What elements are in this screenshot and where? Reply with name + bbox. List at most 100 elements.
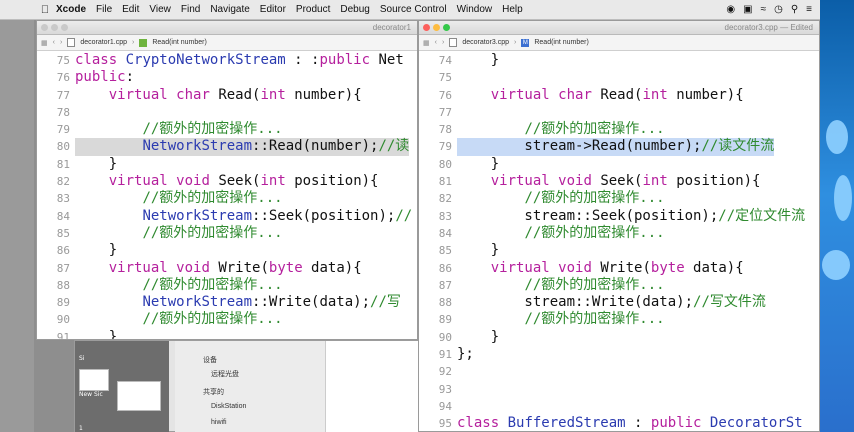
line-number[interactable]: 81 — [419, 173, 452, 190]
code-line[interactable]: 75 class CryptoNetworkStream : :public Ne… — [37, 52, 417, 69]
code-line[interactable]: 95 class BufferedStream : public Decorato… — [419, 415, 819, 431]
code-line[interactable]: 82 virtual void Seek(int position){ — [37, 173, 417, 190]
code-line[interactable]: 84 NetworkStream::Seek(position);// — [37, 208, 417, 225]
line-number[interactable]: 82 — [37, 173, 70, 190]
code-text[interactable]: virtual void Write(byte data){ — [75, 260, 362, 277]
apple-icon[interactable]:  — [34, 4, 56, 16]
line-number[interactable]: 80 — [37, 138, 70, 155]
slide-thumbnail-large[interactable] — [117, 381, 161, 411]
code-text[interactable]: stream::Seek(position);//定位文件流 — [457, 208, 805, 225]
line-number[interactable]: 80 — [419, 156, 452, 173]
code-line[interactable]: 85 //额外的加密操作... — [37, 225, 417, 242]
code-line[interactable]: 76 virtual char Read(int number){ — [419, 87, 819, 104]
line-number[interactable]: 79 — [37, 121, 70, 138]
line-number[interactable]: 75 — [37, 52, 70, 69]
code-text[interactable]: //额外的加密操作... — [75, 190, 282, 207]
code-line[interactable]: 93 — [419, 381, 819, 398]
code-line[interactable]: 75 — [419, 69, 819, 86]
code-line[interactable]: 82 //额外的加密操作... — [419, 190, 819, 207]
code-editor[interactable]: 74 } 75 76 virtual char Read(int number){7… — [419, 52, 819, 431]
menu-edit[interactable]: Edit — [122, 4, 139, 15]
menu-help[interactable]: Help — [502, 4, 523, 15]
search-icon[interactable]: ⚲ — [791, 4, 798, 15]
code-text[interactable]: virtual char Read(int number){ — [457, 87, 744, 104]
code-text[interactable]: } — [457, 156, 499, 173]
code-line[interactable]: 80 } — [419, 156, 819, 173]
code-text[interactable]: virtual char Read(int number){ — [75, 87, 362, 104]
code-text[interactable]: NetworkStream::Write(data);//写 — [75, 294, 400, 311]
line-number[interactable]: 87 — [419, 277, 452, 294]
code-text[interactable]: public: — [75, 69, 134, 86]
code-text[interactable]: } — [75, 156, 117, 173]
menu-file[interactable]: File — [96, 4, 112, 15]
code-line[interactable]: 78 — [37, 104, 417, 121]
code-line[interactable]: 86 virtual void Write(byte data){ — [419, 260, 819, 277]
line-number[interactable]: 85 — [37, 225, 70, 242]
line-number[interactable]: 79 — [419, 138, 452, 155]
code-text[interactable]: } — [75, 329, 117, 339]
code-line[interactable]: 89 NetworkStream::Write(data);//写 — [37, 294, 417, 311]
grid-icon[interactable]: ▦ — [423, 39, 430, 47]
line-number[interactable]: 93 — [419, 381, 452, 398]
line-number[interactable]: 94 — [419, 398, 452, 415]
minimize-button[interactable] — [433, 24, 440, 31]
line-number[interactable]: 78 — [37, 104, 70, 121]
code-line[interactable]: 80 NetworkStream::Read(number);//读 — [37, 138, 417, 156]
record-icon[interactable]: ◉ — [726, 4, 735, 15]
minimize-button[interactable] — [51, 24, 58, 31]
menu-window[interactable]: Window — [457, 4, 493, 15]
code-text[interactable]: virtual void Write(byte data){ — [457, 260, 744, 277]
clock-icon[interactable]: ◷ — [774, 4, 783, 15]
line-number[interactable]: 88 — [419, 294, 452, 311]
back-icon[interactable]: ‹ — [53, 39, 55, 46]
code-text[interactable]: virtual void Seek(int position){ — [457, 173, 761, 190]
code-text[interactable]: //额外的加密操作... — [457, 190, 664, 207]
code-line[interactable]: 76 public: — [37, 69, 417, 86]
code-line[interactable]: 90 } — [419, 329, 819, 346]
code-text[interactable]: NetworkStream::Seek(position);// — [75, 208, 412, 225]
forward-icon[interactable]: › — [442, 39, 444, 46]
code-line[interactable]: 77 — [419, 104, 819, 121]
code-line[interactable]: 89 //额外的加密操作... — [419, 311, 819, 328]
zoom-button[interactable] — [443, 24, 450, 31]
back-icon[interactable]: ‹ — [435, 39, 437, 46]
code-editor[interactable]: 75 class CryptoNetworkStream : :public Ne… — [37, 52, 417, 339]
line-number[interactable]: 95 — [419, 415, 452, 431]
menu-navigate[interactable]: Navigate — [210, 4, 249, 15]
code-text[interactable]: }; — [457, 346, 474, 363]
menu-product[interactable]: Product — [296, 4, 330, 15]
code-line[interactable]: 91 } — [37, 329, 417, 339]
slide-thumbnail[interactable] — [79, 369, 109, 391]
code-text[interactable]: //额外的加密操作... — [75, 121, 282, 138]
jump-file[interactable]: decorator3.cpp — [462, 39, 509, 46]
line-number[interactable]: 78 — [419, 121, 452, 138]
code-line[interactable]: 79 //额外的加密操作... — [37, 121, 417, 138]
window-titlebar[interactable]: decorator3.cpp — Edited — [419, 21, 819, 35]
code-text[interactable]: stream->Read(number);//读文件流 — [457, 138, 775, 156]
code-text[interactable]: class CryptoNetworkStream : :public Net — [75, 52, 404, 69]
line-number[interactable]: 83 — [419, 208, 452, 225]
code-text[interactable]: } — [457, 329, 499, 346]
list-icon[interactable]: ≡ — [806, 4, 812, 15]
code-line[interactable]: 79 stream->Read(number);//读文件流 — [419, 138, 819, 156]
line-number[interactable]: 91 — [37, 329, 70, 339]
line-number[interactable]: 77 — [37, 87, 70, 104]
code-text[interactable]: } — [457, 52, 499, 69]
code-line[interactable]: 88 //额外的加密操作... — [37, 277, 417, 294]
code-text[interactable]: //额外的加密操作... — [457, 277, 664, 294]
line-number[interactable]: 86 — [37, 242, 70, 259]
line-number[interactable]: 89 — [419, 311, 452, 328]
line-number[interactable]: 89 — [37, 294, 70, 311]
line-number[interactable]: 84 — [37, 208, 70, 225]
code-line[interactable]: 81 virtual void Seek(int position){ — [419, 173, 819, 190]
window-titlebar[interactable]: decorator1 — [37, 21, 417, 35]
code-text[interactable]: NetworkStream::Read(number);//读 — [75, 138, 410, 156]
line-number[interactable]: 88 — [37, 277, 70, 294]
code-line[interactable]: 94 — [419, 398, 819, 415]
zoom-button[interactable] — [61, 24, 68, 31]
code-line[interactable]: 88 stream::Write(data);//写文件流 — [419, 294, 819, 311]
sidebar-item-hiwifi[interactable]: hiwifi — [211, 419, 227, 426]
code-text[interactable]: //额外的加密操作... — [75, 225, 282, 242]
line-number[interactable]: 74 — [419, 52, 452, 69]
menu-find[interactable]: Find — [181, 4, 200, 15]
